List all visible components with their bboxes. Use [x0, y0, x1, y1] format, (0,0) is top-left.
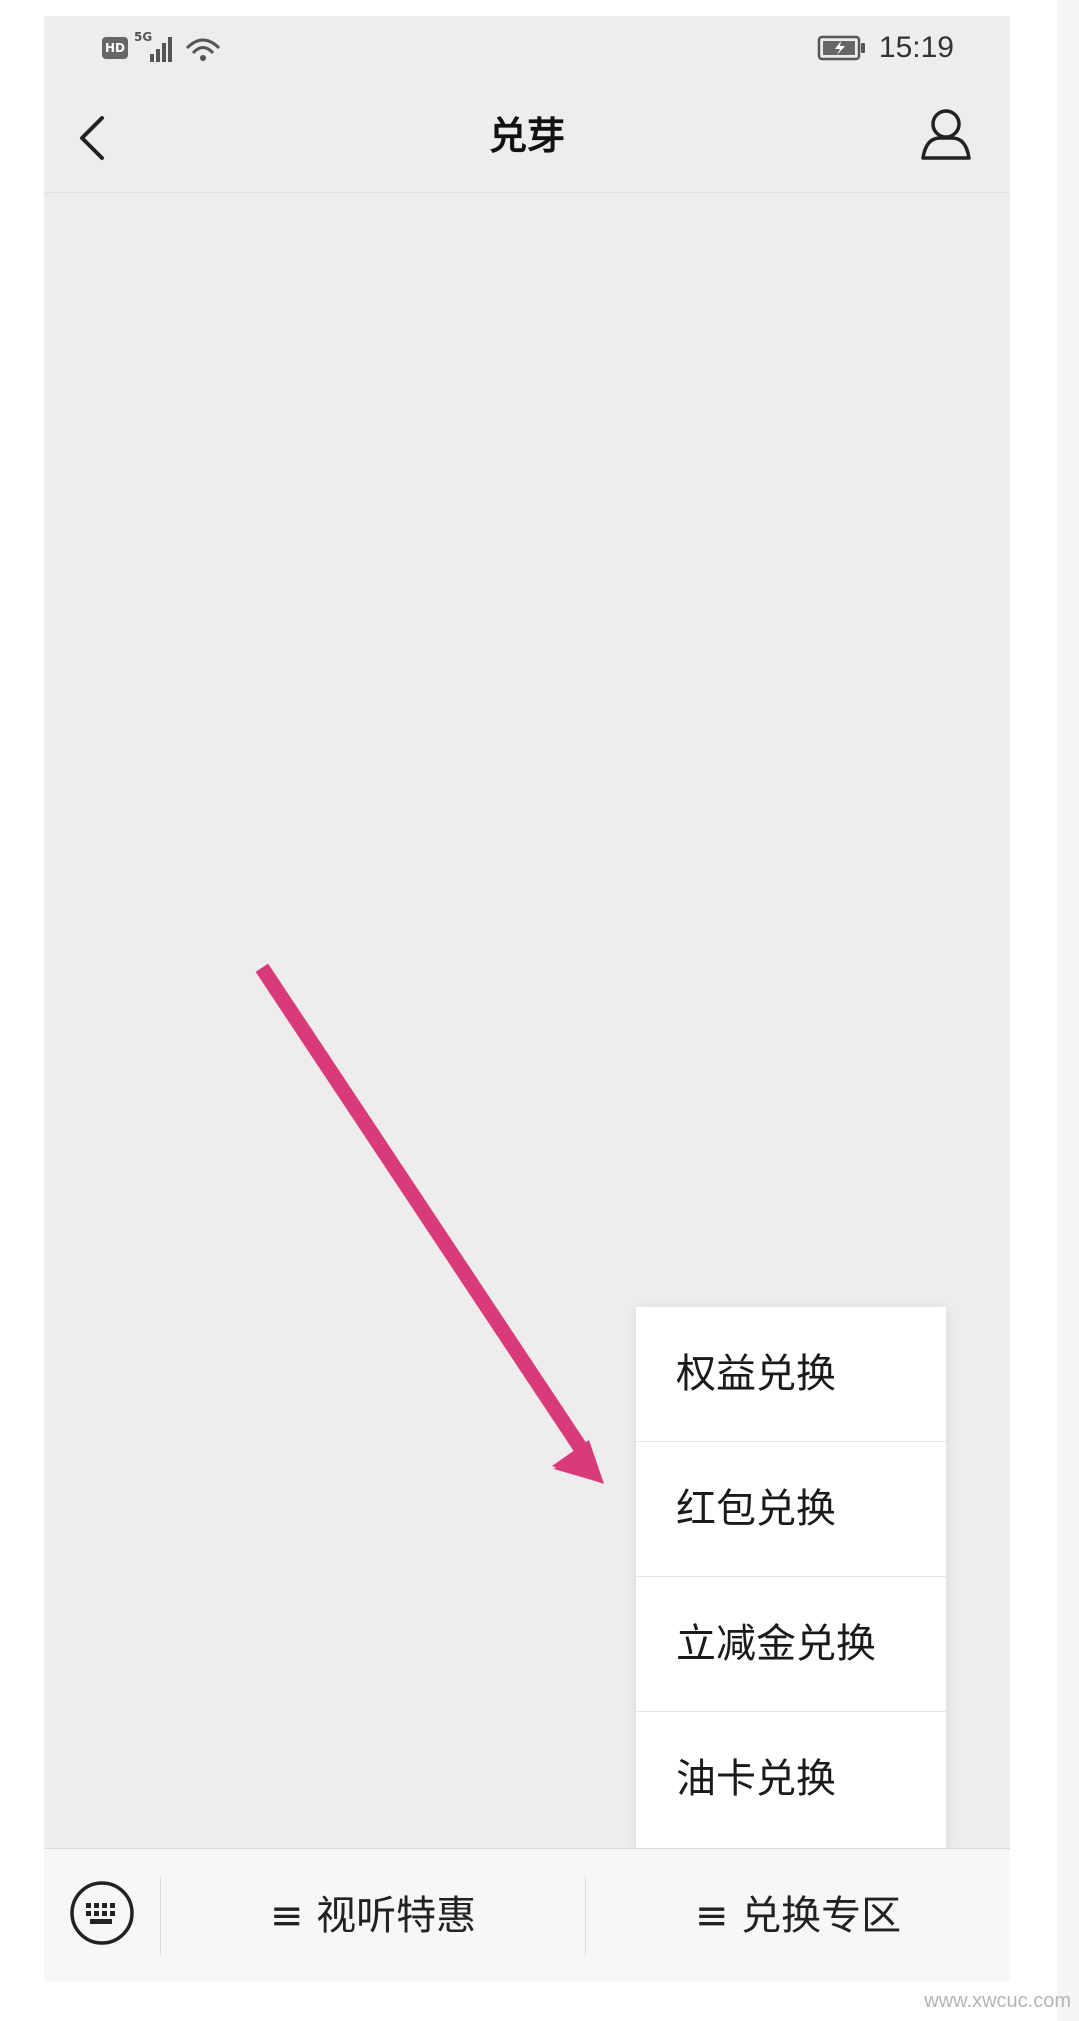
- status-bar: HD 5G 15:19: [44, 16, 1010, 80]
- status-right: 15:19: [817, 28, 954, 68]
- keyboard-icon: [70, 1881, 134, 1945]
- nav-bar: 兑芽: [44, 80, 1010, 193]
- menu-item-discount-exchange[interactable]: 立减金兑换: [636, 1577, 946, 1712]
- phone-screen: HD 5G 15:19 兑芽 权益兑换 红包兑换 立减金兑换 油卡兑换 ≡ 视听…: [44, 16, 1010, 1982]
- status-left: HD 5G: [102, 28, 222, 68]
- hd-badge: HD: [102, 37, 128, 59]
- menu-item-fuel-card-exchange[interactable]: 油卡兑换: [636, 1712, 946, 1847]
- exchange-popup-menu: 权益兑换 红包兑换 立减金兑换 油卡兑换: [636, 1307, 946, 1848]
- right-edge-strip: [1057, 0, 1079, 2021]
- menu-item-rights-exchange[interactable]: 权益兑换: [636, 1307, 946, 1442]
- battery-icon: [817, 34, 867, 62]
- tab-exchange-zone[interactable]: ≡ 兑换专区: [586, 1849, 1010, 1982]
- profile-button[interactable]: [918, 104, 974, 164]
- user-icon: [921, 109, 971, 160]
- status-time: 15:19: [878, 31, 954, 64]
- menu-item-red-packet-exchange[interactable]: 红包兑换: [636, 1442, 946, 1577]
- page-title: 兑芽: [488, 114, 565, 158]
- signal-icon: 5G: [134, 30, 178, 64]
- keyboard-toggle-button[interactable]: [68, 1879, 136, 1947]
- bottom-menu-bar: ≡ 视听特惠 ≡ 兑换专区: [44, 1848, 1010, 1982]
- tab-audio-video-deals[interactable]: ≡ 视听特惠: [161, 1849, 585, 1982]
- watermark: www.xwcuc.com: [924, 1990, 1071, 2012]
- wifi-icon: [184, 32, 222, 64]
